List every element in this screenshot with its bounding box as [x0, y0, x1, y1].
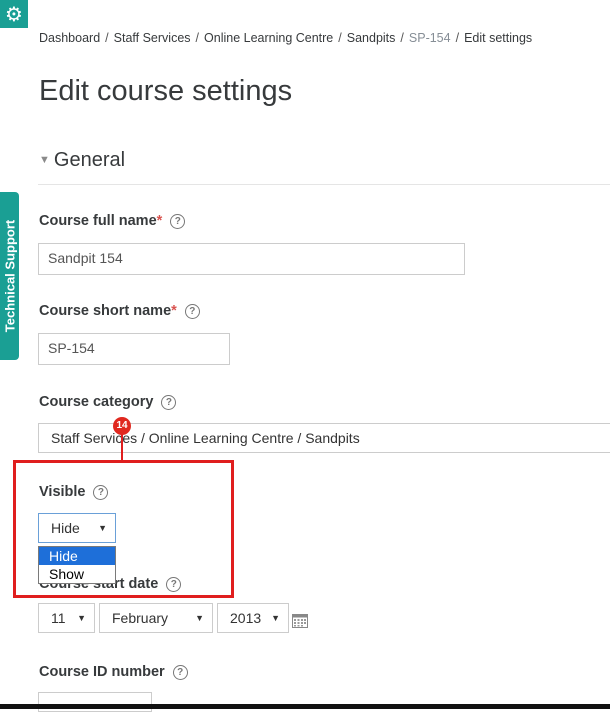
section-divider [38, 184, 610, 185]
full-name-label: Course full name*? [39, 213, 186, 229]
breadcrumb-separator: / [338, 31, 342, 45]
start-year-value: 2013 [230, 610, 262, 626]
category-label: Course category? [39, 394, 177, 410]
annotation-highlight-box [13, 460, 234, 598]
short-name-label: Course short name*? [39, 303, 200, 319]
short-name-label-text: Course short name [39, 303, 172, 319]
triangle-down-icon: ▼ [39, 154, 50, 166]
annotation-connector [121, 434, 123, 462]
dropdown-arrow-icon: ▼ [271, 613, 280, 623]
breadcrumb-separator: / [455, 31, 460, 45]
help-icon[interactable]: ? [172, 665, 188, 680]
required-marker: * [171, 303, 177, 319]
start-day-value: 11 [51, 610, 66, 626]
start-year-select[interactable]: 2013 ▼ [217, 603, 289, 633]
breadcrumb-online-learning-centre[interactable]: Online Learning Centre [204, 31, 333, 45]
page-title: Edit course settings [39, 75, 293, 107]
technical-support-tab[interactable]: Technical Support [0, 192, 19, 360]
calendar-icon[interactable] [292, 613, 308, 628]
breadcrumb-separator: / [105, 31, 109, 45]
breadcrumb-sandpits[interactable]: Sandpits [347, 31, 396, 45]
help-icon[interactable]: ? [170, 214, 186, 229]
help-icon[interactable]: ? [184, 304, 200, 319]
breadcrumb: Dashboard / Staff Services / Online Learning… [39, 31, 532, 45]
short-name-input[interactable]: SP-154 [38, 333, 230, 365]
breadcrumb-separator: / [195, 31, 200, 45]
start-day-select[interactable]: 11 ▼ [38, 603, 95, 633]
section-general-toggle[interactable]: ▼ General [39, 149, 125, 172]
breadcrumb-dashboard[interactable]: Dashboard [39, 31, 100, 45]
help-icon[interactable]: ? [161, 395, 177, 410]
start-month-select[interactable]: February ▼ [99, 603, 213, 633]
gear-icon[interactable]: ⚙ [0, 0, 28, 28]
id-number-input[interactable] [38, 692, 152, 712]
dropdown-arrow-icon: ▼ [77, 613, 86, 623]
category-select-value: Staff Services / Online Learning Centre … [51, 430, 360, 446]
start-month-value: February [112, 610, 169, 626]
breadcrumb-separator: / [400, 31, 404, 45]
section-title: General [53, 149, 126, 171]
id-number-label-text: Course ID number [39, 664, 165, 680]
breadcrumb-edit-settings: Edit settings [464, 31, 533, 45]
full-name-label-text: Course full name [39, 213, 157, 229]
full-name-input[interactable]: Sandpit 154 [38, 243, 465, 275]
annotation-step-badge: 14 [113, 417, 131, 435]
breadcrumb-course[interactable]: SP-154 [409, 31, 451, 45]
id-number-label: Course ID number? [39, 664, 188, 680]
required-marker: * [156, 213, 163, 229]
bottom-edge [0, 704, 610, 709]
dropdown-arrow-icon: ▼ [195, 613, 204, 623]
breadcrumb-staff-services[interactable]: Staff Services [114, 31, 191, 45]
category-label-text: Course category [39, 394, 154, 410]
technical-support-label: Technical Support [2, 219, 17, 333]
